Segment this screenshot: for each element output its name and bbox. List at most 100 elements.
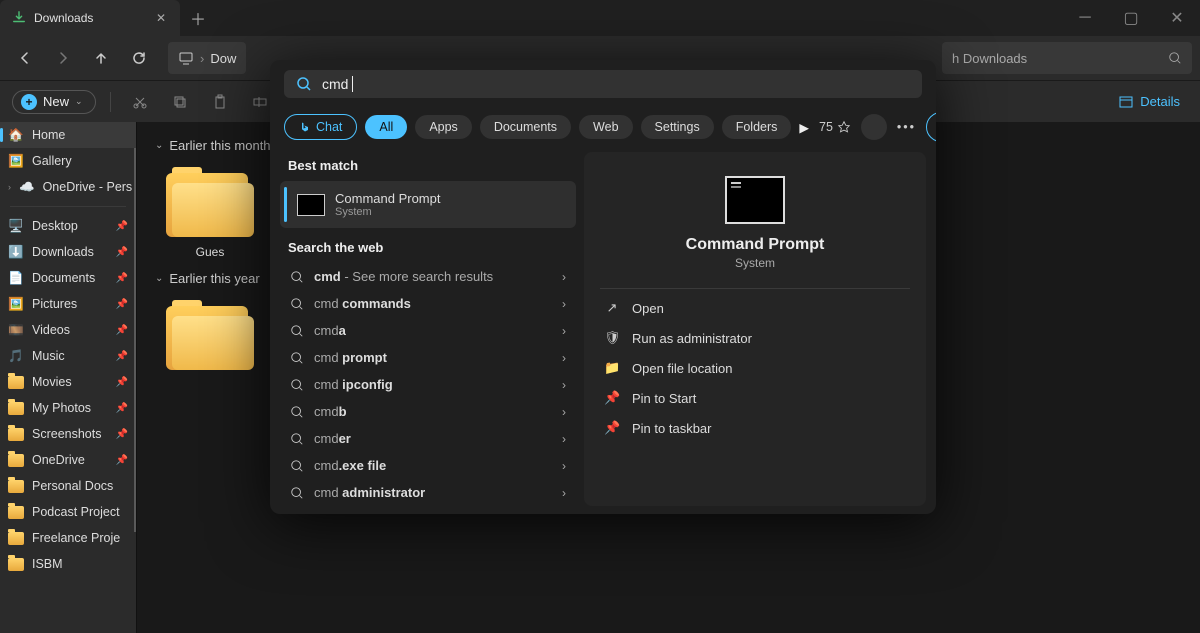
chevron-right-icon[interactable]: › bbox=[562, 297, 566, 311]
nav-isbm[interactable]: ISBM bbox=[0, 551, 136, 577]
action-open[interactable]: ↗Open bbox=[600, 293, 910, 323]
web-result[interactable]: cmd administrator› bbox=[280, 479, 576, 506]
nav-music[interactable]: 🎵Music📌 bbox=[0, 343, 136, 369]
chevron-right-icon[interactable]: › bbox=[562, 432, 566, 446]
rewards-points[interactable]: 75 bbox=[819, 120, 851, 134]
new-button[interactable]: + New ⌄ bbox=[12, 90, 96, 114]
nav-screenshots[interactable]: Screenshots📌 bbox=[0, 421, 136, 447]
documents-filter[interactable]: Documents bbox=[480, 115, 571, 139]
folder-icon bbox=[8, 530, 24, 546]
search-icon bbox=[290, 459, 304, 473]
forward-button[interactable] bbox=[46, 42, 80, 74]
bing-chat-button[interactable] bbox=[926, 112, 936, 142]
chevron-right-icon[interactable]: › bbox=[562, 378, 566, 392]
play-icon[interactable]: ▶ bbox=[799, 120, 809, 135]
details-button[interactable]: Details bbox=[1110, 90, 1188, 114]
new-tab-button[interactable]: ＋ bbox=[180, 0, 216, 36]
chevron-down-icon: ⌄ bbox=[155, 140, 163, 151]
nav-podcast[interactable]: Podcast Project bbox=[0, 499, 136, 525]
chevron-right-icon[interactable]: › bbox=[562, 270, 566, 284]
chat-filter[interactable]: Chat bbox=[284, 114, 357, 140]
web-result[interactable]: cmd.exe file › bbox=[280, 452, 576, 479]
paste-button[interactable] bbox=[205, 87, 235, 117]
nav-desktop[interactable]: 🖥️Desktop📌 bbox=[0, 213, 136, 239]
search-icon bbox=[290, 378, 304, 392]
action-pin-taskbar[interactable]: 📌Pin to taskbar bbox=[600, 413, 910, 443]
chevron-right-icon[interactable]: › bbox=[562, 486, 566, 500]
action-label: Run as administrator bbox=[632, 331, 752, 346]
window-controls: ─ ▢ ✕ bbox=[1062, 0, 1200, 36]
nav-onedrive[interactable]: ›☁️OneDrive - Pers bbox=[0, 174, 136, 200]
web-filter[interactable]: Web bbox=[579, 115, 632, 139]
chevron-right-icon: › bbox=[200, 51, 204, 66]
best-match-result[interactable]: Command Prompt System bbox=[280, 181, 576, 228]
nav-documents[interactable]: 📄Documents📌 bbox=[0, 265, 136, 291]
chevron-right-icon[interactable]: › bbox=[562, 351, 566, 365]
nav-home[interactable]: 🏠Home bbox=[0, 122, 136, 148]
profile-button[interactable] bbox=[861, 114, 887, 140]
result-text: cmd.exe file bbox=[314, 458, 386, 473]
folder-icon bbox=[8, 452, 24, 468]
nav-pane: 🏠Home 🖼️Gallery ›☁️OneDrive - Pers 🖥️Des… bbox=[0, 122, 137, 633]
nav-freelance[interactable]: Freelance Proje bbox=[0, 525, 136, 551]
action-admin[interactable]: 🛡Run as administrator bbox=[600, 323, 910, 353]
apps-filter[interactable]: Apps bbox=[415, 115, 472, 139]
web-result[interactable]: cmder› bbox=[280, 425, 576, 452]
web-label: Search the web bbox=[280, 234, 576, 263]
nav-personaldocs[interactable]: Personal Docs bbox=[0, 473, 136, 499]
action-label: Pin to Start bbox=[632, 391, 696, 406]
explorer-tab[interactable]: Downloads ✕ bbox=[0, 0, 180, 36]
more-button[interactable]: ••• bbox=[897, 120, 916, 134]
nav-onedrive-folder[interactable]: OneDrive📌 bbox=[0, 447, 136, 473]
nav-myphotos[interactable]: My Photos📌 bbox=[0, 395, 136, 421]
cmd-icon bbox=[297, 194, 325, 216]
refresh-button[interactable] bbox=[122, 42, 156, 74]
web-result[interactable]: cmd ipconfig› bbox=[280, 371, 576, 398]
nav-pictures[interactable]: 🖼️Pictures📌 bbox=[0, 291, 136, 317]
web-result[interactable]: cmda› bbox=[280, 317, 576, 344]
chevron-right-icon[interactable]: › bbox=[8, 182, 11, 192]
web-result[interactable]: cmd - See more search results› bbox=[280, 263, 576, 290]
folder-icon bbox=[166, 298, 254, 370]
folder-icon bbox=[8, 426, 24, 442]
back-button[interactable] bbox=[8, 42, 42, 74]
chevron-right-icon[interactable]: › bbox=[562, 459, 566, 473]
nav-gallery[interactable]: 🖼️Gallery bbox=[0, 148, 136, 174]
chevron-right-icon[interactable]: › bbox=[562, 324, 566, 338]
close-tab-button[interactable]: ✕ bbox=[154, 11, 168, 25]
explorer-search[interactable]: h Downloads bbox=[942, 42, 1192, 74]
nav-movies[interactable]: Movies📌 bbox=[0, 369, 136, 395]
nav-videos[interactable]: 🎞️Videos📌 bbox=[0, 317, 136, 343]
nav-downloads[interactable]: ⬇️Downloads📌 bbox=[0, 239, 136, 265]
up-button[interactable] bbox=[84, 42, 118, 74]
pill-label: Folders bbox=[736, 120, 778, 134]
all-filter[interactable]: All bbox=[365, 115, 407, 139]
folder-item[interactable]: Gues bbox=[155, 165, 265, 259]
folder-item[interactable] bbox=[155, 298, 265, 370]
search-placeholder: h Downloads bbox=[952, 51, 1160, 66]
search-input-row[interactable]: cmd bbox=[284, 70, 922, 98]
folders-filter[interactable]: Folders bbox=[722, 115, 792, 139]
plus-icon: + bbox=[21, 94, 37, 110]
nav-label: My Photos bbox=[32, 401, 91, 415]
minimize-button[interactable]: ─ bbox=[1062, 0, 1108, 36]
folder-icon bbox=[166, 165, 254, 237]
points-value: 75 bbox=[819, 120, 833, 134]
gallery-icon: 🖼️ bbox=[8, 153, 24, 169]
action-location[interactable]: 📁Open file location bbox=[600, 353, 910, 383]
settings-filter[interactable]: Settings bbox=[641, 115, 714, 139]
close-window-button[interactable]: ✕ bbox=[1154, 0, 1200, 36]
pill-label: Apps bbox=[429, 120, 458, 134]
breadcrumb[interactable]: › Dow bbox=[168, 42, 246, 74]
cut-button[interactable] bbox=[125, 87, 155, 117]
chevron-right-icon[interactable]: › bbox=[562, 405, 566, 419]
web-result[interactable]: cmd prompt› bbox=[280, 344, 576, 371]
copy-button[interactable] bbox=[165, 87, 195, 117]
web-result[interactable]: cmdb› bbox=[280, 398, 576, 425]
web-result[interactable]: cmd commands› bbox=[280, 290, 576, 317]
maximize-button[interactable]: ▢ bbox=[1108, 0, 1154, 36]
action-pin-start[interactable]: 📌Pin to Start bbox=[600, 383, 910, 413]
result-subtitle: System bbox=[335, 206, 440, 218]
chevron-down-icon: ⌄ bbox=[75, 96, 83, 107]
videos-icon: 🎞️ bbox=[8, 322, 24, 338]
